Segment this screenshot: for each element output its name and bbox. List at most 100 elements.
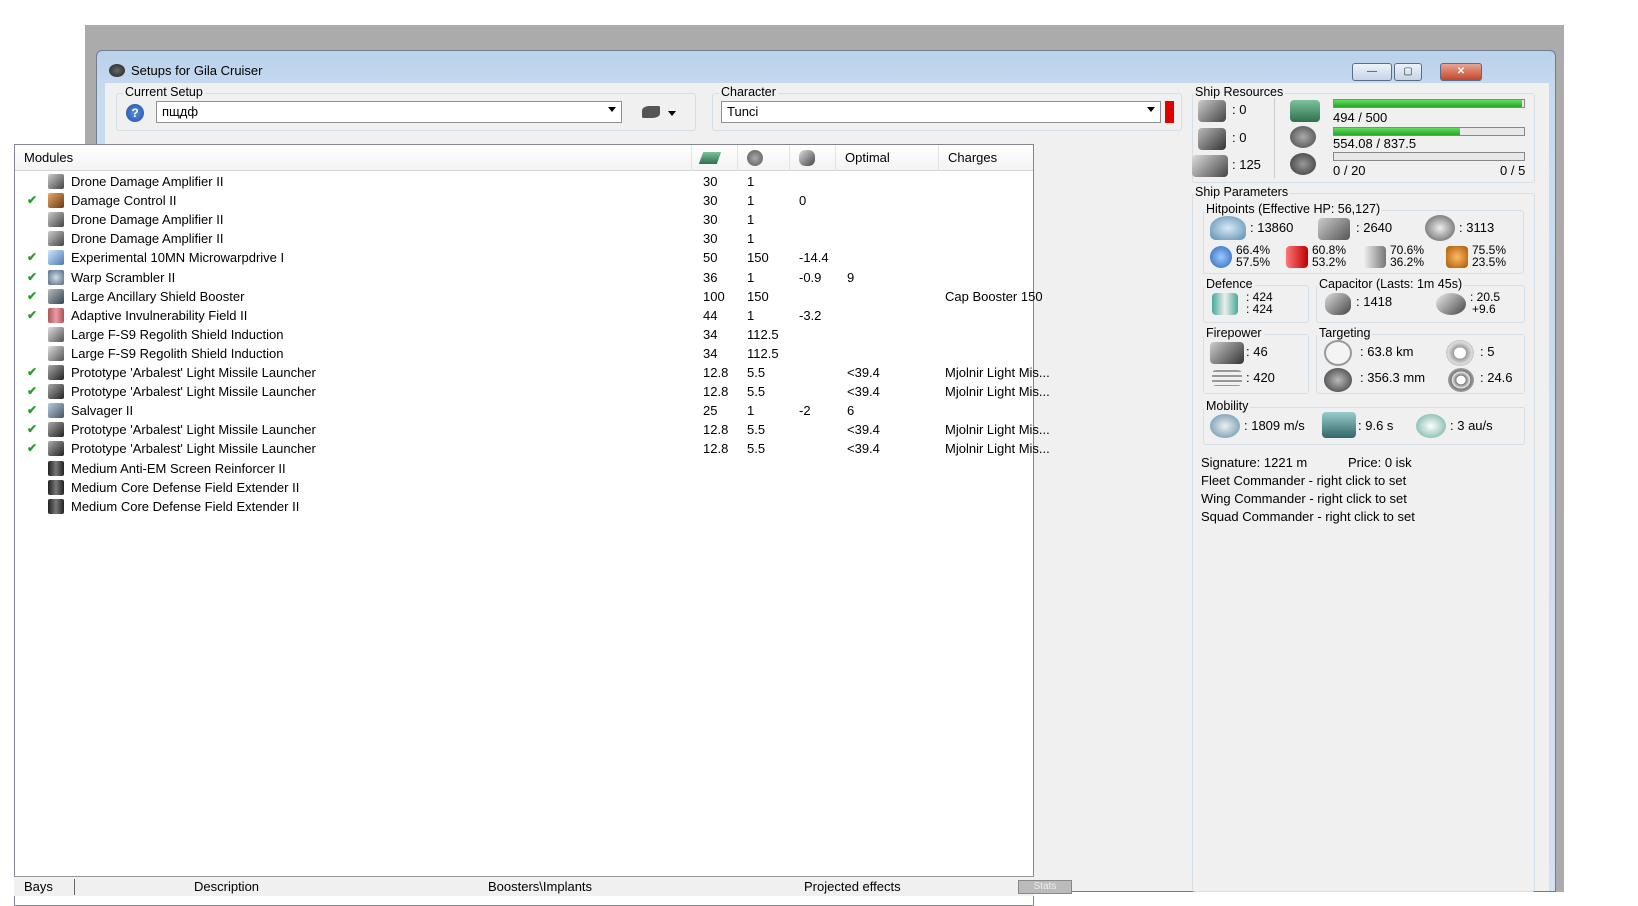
table-row[interactable]: ✔ Prototype 'Arbalest' Light Missile Laun… bbox=[15, 363, 1050, 382]
max-speed: : 1809 m/s bbox=[1244, 418, 1305, 433]
table-row[interactable]: Drone Damage Amplifier II 30 1 bbox=[15, 229, 1033, 248]
align-time-icon bbox=[1322, 412, 1356, 438]
table-row[interactable]: ✔ Experimental 10MN Microwarpdrive I 50 150… bbox=[15, 248, 1033, 267]
capacitor-icon bbox=[799, 150, 815, 166]
volley-value: : 46 bbox=[1246, 344, 1268, 359]
module-optimal: 9 bbox=[847, 269, 855, 285]
module-charges: Mjolnir Light Mis... bbox=[945, 422, 1050, 438]
capacitor-icon bbox=[1325, 293, 1351, 315]
calibration-value: : 125 bbox=[1232, 157, 1261, 172]
column-powergrid[interactable] bbox=[738, 145, 790, 171]
table-row[interactable]: Medium Core Defense Field Extender II bbox=[15, 478, 1033, 497]
module-charges: Mjolnir Light Mis... bbox=[945, 384, 1050, 400]
table-row[interactable]: ✔ Salvager II 25 1 -2 6 bbox=[15, 401, 1033, 420]
module-name: Damage Control II bbox=[71, 193, 177, 209]
column-modules[interactable]: Modules bbox=[15, 145, 692, 171]
sensor-strength-icon bbox=[1448, 368, 1474, 392]
table-row[interactable]: Medium Core Defense Field Extender II bbox=[15, 497, 1033, 516]
ship-price: Price: 0 isk bbox=[1348, 455, 1412, 470]
maximize-button[interactable]: ▢ bbox=[1394, 63, 1422, 81]
module-pg: 1 bbox=[747, 307, 755, 323]
warp-speed-icon bbox=[1416, 414, 1446, 438]
character-select[interactable]: Tunci bbox=[721, 101, 1161, 123]
module-cpu: 30 bbox=[703, 231, 718, 247]
module-charges: Mjolnir Light Mis... bbox=[945, 365, 1050, 380]
help-icon[interactable]: ? bbox=[126, 104, 144, 122]
max-targets: : 5 bbox=[1480, 344, 1495, 359]
hull-hp: : 3113 bbox=[1459, 220, 1495, 235]
modules-table[interactable]: Modules Optimal Charges Drone Damage Amp… bbox=[14, 144, 1050, 906]
rig-icon bbox=[48, 460, 64, 476]
launcher-hardpoint-icon bbox=[1198, 128, 1226, 150]
invuln-icon bbox=[48, 307, 64, 323]
setup-select[interactable]: пщдф bbox=[156, 101, 622, 123]
module-name: Drone Damage Amplifier II bbox=[71, 231, 224, 247]
drone-count-value: 0 / 5 bbox=[1500, 163, 1526, 178]
table-row[interactable]: Large F-S9 Regolith Shield Induction 34 11… bbox=[15, 325, 1033, 344]
module-name: Prototype 'Arbalest' Light Missile Launc… bbox=[71, 422, 316, 438]
squad-commander[interactable]: Squad Commander - right click to set bbox=[1201, 509, 1415, 524]
active-check-icon[interactable]: ✔ bbox=[27, 193, 37, 207]
table-row[interactable]: Drone Damage Amplifier II 30 1 bbox=[15, 210, 1033, 229]
dps-icon bbox=[1212, 370, 1242, 386]
module-pg: 150 bbox=[747, 288, 769, 304]
table-row[interactable]: ✔ Warp Scrambler II 36 1 -0.9 9 bbox=[15, 268, 1033, 287]
drone-amp-icon bbox=[48, 212, 64, 228]
active-check-icon[interactable]: ✔ bbox=[27, 384, 37, 398]
explosive-resist-armor: 23.5% bbox=[1472, 255, 1507, 269]
active-check-icon[interactable]: ✔ bbox=[27, 403, 37, 417]
table-row[interactable]: ✔ Prototype 'Arbalest' Light Missile Laun… bbox=[15, 420, 1050, 439]
wing-commander[interactable]: Wing Commander - right click to set bbox=[1201, 491, 1407, 506]
module-optimal: <39.4 bbox=[847, 441, 880, 457]
armor-hp-icon bbox=[1318, 218, 1350, 240]
launcher-icon bbox=[48, 422, 64, 438]
title-bar[interactable]: Setups for Gila Cruiser — ▢ ✕ bbox=[97, 51, 1555, 81]
ship-menu-button[interactable] bbox=[640, 104, 680, 122]
module-name: Prototype 'Arbalest' Light Missile Launc… bbox=[71, 441, 316, 457]
module-name: Drone Damage Amplifier II bbox=[71, 212, 224, 228]
active-check-icon[interactable]: ✔ bbox=[27, 308, 37, 322]
table-row[interactable]: ✔ Adaptive Invulnerability Field II 44 1 -3.… bbox=[15, 306, 1033, 325]
table-row[interactable]: ✔ Large Ancillary Shield Booster 100 150 Cap… bbox=[15, 287, 1043, 306]
column-charges[interactable]: Charges bbox=[939, 145, 1035, 171]
salvager-icon bbox=[48, 403, 64, 419]
fleet-commander[interactable]: Fleet Commander - right click to set bbox=[1201, 473, 1406, 488]
column-optimal[interactable]: Optimal bbox=[836, 145, 939, 171]
active-check-icon[interactable]: ✔ bbox=[27, 441, 37, 455]
module-cpu: 36 bbox=[703, 269, 718, 285]
column-capacitor[interactable] bbox=[790, 145, 836, 171]
active-check-icon[interactable]: ✔ bbox=[27, 365, 37, 379]
module-pg: 150 bbox=[747, 250, 769, 266]
module-cpu: 34 bbox=[703, 345, 718, 361]
module-name: Large Ancillary Shield Booster bbox=[71, 288, 245, 304]
active-check-icon[interactable]: ✔ bbox=[27, 289, 37, 303]
chevron-down-icon bbox=[608, 107, 616, 112]
thermal-resist-icon bbox=[1286, 246, 1308, 268]
close-button[interactable]: ✕ bbox=[1440, 63, 1482, 81]
rig-icon bbox=[48, 498, 64, 514]
module-name: Medium Core Defense Field Extender II bbox=[71, 498, 300, 514]
warp-speed: : 3 au/s bbox=[1450, 418, 1493, 433]
module-name: Large F-S9 Regolith Shield Induction bbox=[71, 345, 284, 361]
active-check-icon[interactable]: ✔ bbox=[27, 270, 37, 284]
active-check-icon[interactable]: ✔ bbox=[27, 422, 37, 436]
cpu-icon bbox=[698, 152, 722, 164]
table-row[interactable]: Medium Anti-EM Screen Reinforcer II bbox=[15, 459, 1033, 478]
cpu-bar bbox=[1333, 99, 1525, 108]
table-row[interactable]: Large F-S9 Regolith Shield Induction 34 11… bbox=[15, 344, 1033, 363]
targeting-range-icon bbox=[1324, 340, 1352, 366]
module-optimal: 6 bbox=[847, 403, 855, 419]
table-row[interactable]: ✔ Prototype 'Arbalest' Light Missile Laun… bbox=[15, 382, 1050, 401]
module-cpu: 34 bbox=[703, 326, 718, 342]
launcher-icon bbox=[48, 384, 64, 400]
table-row[interactable]: ✔ Prototype 'Arbalest' Light Missile Laun… bbox=[15, 439, 1050, 458]
active-check-icon[interactable]: ✔ bbox=[27, 250, 37, 264]
minimize-button[interactable]: — bbox=[1352, 63, 1392, 81]
setup-value: пщдф bbox=[162, 104, 199, 119]
ship-icon bbox=[642, 106, 660, 118]
column-cpu[interactable] bbox=[692, 145, 738, 171]
table-row[interactable]: ✔ Damage Control II 30 1 0 bbox=[15, 191, 1033, 210]
turret-count: : 0 bbox=[1232, 102, 1247, 117]
module-cpu: 25 bbox=[703, 403, 718, 419]
table-row[interactable]: Drone Damage Amplifier II 30 1 bbox=[15, 172, 1033, 191]
